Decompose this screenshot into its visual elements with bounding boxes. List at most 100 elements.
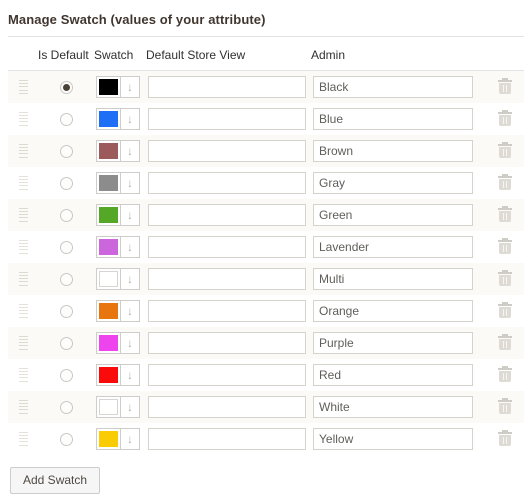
drag-handle-icon[interactable] [18,207,28,222]
default-store-view-input[interactable] [148,331,306,354]
is-default-cell [38,135,94,167]
is-default-radio[interactable] [59,336,73,350]
store-view-cell [146,263,311,295]
is-default-radio[interactable] [59,240,73,254]
default-store-view-input[interactable] [148,75,306,98]
trash-icon[interactable] [498,365,512,383]
swatch-dropdown-arrow-icon[interactable]: ↓ [121,331,140,354]
is-default-radio[interactable] [59,176,73,190]
admin-label-input[interactable] [313,235,473,258]
admin-label-input[interactable] [313,107,473,130]
drag-handle-icon[interactable] [18,79,28,94]
default-store-view-input[interactable] [148,139,306,162]
trash-icon[interactable] [498,173,512,191]
trash-icon[interactable] [498,205,512,223]
swatch-control: ↓ [96,395,142,418]
swatch-dropdown-arrow-icon[interactable]: ↓ [121,107,140,130]
default-store-view-input[interactable] [148,427,306,450]
is-default-radio[interactable] [59,80,73,94]
swatch-color-button[interactable] [96,75,121,98]
default-store-view-input[interactable] [148,203,306,226]
trash-icon[interactable] [498,333,512,351]
admin-label-input[interactable] [313,267,473,290]
trash-body [499,434,511,446]
trash-icon[interactable] [498,301,512,319]
is-default-radio[interactable] [59,400,73,414]
swatch-cell: ↓ [94,327,146,359]
table-body: ↓ ↓ ↓ ↓ ↓ ↓ ↓ ↓ ↓ ↓ ↓ ↓ [8,70,524,455]
trash-icon[interactable] [498,237,512,255]
drag-handle-icon[interactable] [18,399,28,414]
admin-label-input[interactable] [313,395,473,418]
add-swatch-button[interactable]: Add Swatch [10,466,101,494]
drag-handle-icon[interactable] [18,175,28,190]
swatch-dropdown-arrow-icon[interactable]: ↓ [121,299,140,322]
trash-icon[interactable] [498,269,512,287]
admin-label-input[interactable] [313,363,473,386]
drag-handle-icon[interactable] [18,367,28,382]
header-row: Is Default Swatch Default Store View Adm… [8,37,524,71]
trash-icon[interactable] [498,397,512,415]
swatch-dropdown-arrow-icon[interactable]: ↓ [121,75,140,98]
swatch-dropdown-arrow-icon[interactable]: ↓ [121,235,140,258]
trash-lid [498,301,512,306]
admin-label-input[interactable] [313,75,473,98]
admin-label-input[interactable] [313,139,473,162]
swatch-dropdown-arrow-icon[interactable]: ↓ [121,139,140,162]
is-default-radio[interactable] [59,208,73,222]
admin-label-input[interactable] [313,171,473,194]
is-default-radio[interactable] [59,368,73,382]
swatch-dropdown-arrow-icon[interactable]: ↓ [121,171,140,194]
swatch-dropdown-arrow-icon[interactable]: ↓ [121,427,140,450]
drag-handle-icon[interactable] [18,335,28,350]
is-default-radio[interactable] [59,144,73,158]
drag-handle-icon[interactable] [18,143,28,158]
trash-icon[interactable] [498,429,512,447]
trash-icon[interactable] [498,141,512,159]
swatch-color-button[interactable] [96,395,121,418]
swatch-color-button[interactable] [96,203,121,226]
swatch-color-button[interactable] [96,267,121,290]
drag-handle-icon[interactable] [18,303,28,318]
swatch-dropdown-arrow-icon[interactable]: ↓ [121,267,140,290]
admin-label-input[interactable] [313,331,473,354]
is-default-radio[interactable] [59,304,73,318]
default-store-view-input[interactable] [148,267,306,290]
admin-label-input[interactable] [313,203,473,226]
default-store-view-input[interactable] [148,395,306,418]
default-store-view-input[interactable] [148,171,306,194]
admin-label-input[interactable] [313,299,473,322]
default-store-view-input[interactable] [148,363,306,386]
drag-handle-icon[interactable] [18,239,28,254]
swatch-color-button[interactable] [96,363,121,386]
drag-handle-icon[interactable] [18,111,28,126]
admin-label-input[interactable] [313,427,473,450]
swatch-color-button[interactable] [96,331,121,354]
swatch-dropdown-arrow-icon[interactable]: ↓ [121,395,140,418]
drag-handle-icon[interactable] [18,431,28,446]
is-default-radio[interactable] [59,272,73,286]
swatch-color-button[interactable] [96,427,121,450]
drag-cell [8,263,38,295]
swatch-color-button[interactable] [96,299,121,322]
table-row: ↓ [8,70,524,103]
trash-lid [498,109,512,114]
swatch-dropdown-arrow-icon[interactable]: ↓ [121,363,140,386]
default-store-view-input[interactable] [148,107,306,130]
swatch-color-button[interactable] [96,171,121,194]
drag-handle-icon[interactable] [18,271,28,286]
is-default-radio[interactable] [59,112,73,126]
swatch-color-button[interactable] [96,235,121,258]
swatch-dropdown-arrow-icon[interactable]: ↓ [121,203,140,226]
is-default-radio[interactable] [59,432,73,446]
default-store-view-input[interactable] [148,299,306,322]
trash-icon[interactable] [498,109,512,127]
default-store-view-input[interactable] [148,235,306,258]
swatch-color-button[interactable] [96,107,121,130]
trash-icon[interactable] [498,77,512,95]
trash-body [499,146,511,158]
store-view-cell [146,327,311,359]
swatch-color-button[interactable] [96,139,121,162]
table-row: ↓ [8,166,524,199]
table-row: ↓ [8,262,524,295]
